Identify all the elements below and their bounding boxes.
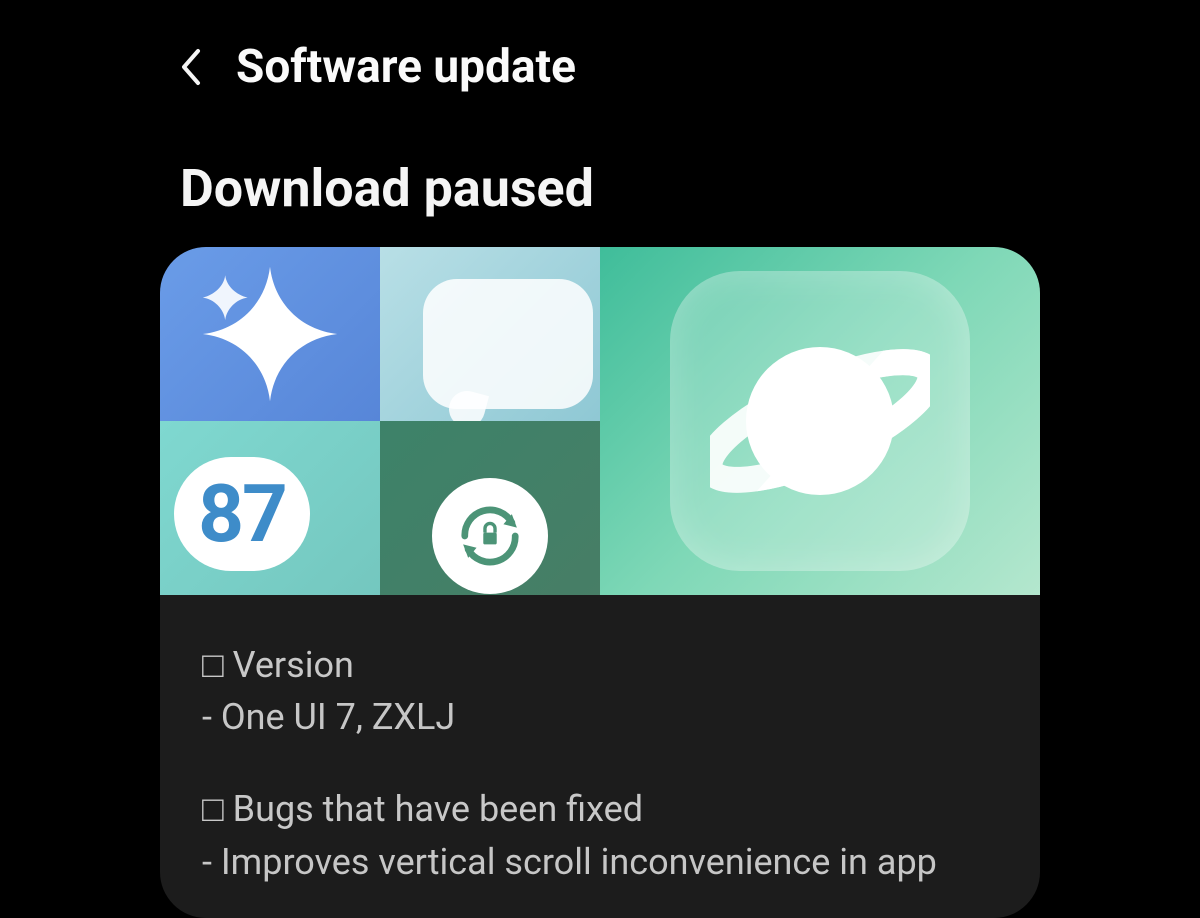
page-title: Software update [236, 40, 576, 94]
banner-tile-bubble [380, 247, 600, 421]
notes-section-version: □ Version - One UI 7, ZXLJ [202, 639, 998, 743]
back-button[interactable] [170, 47, 210, 87]
chevron-left-icon [178, 47, 202, 87]
chat-bubble-icon [423, 279, 593, 409]
update-banner: 87 [160, 247, 1040, 595]
update-card: 87 □ Version - One UI 7, ZX [160, 247, 1040, 918]
banner-tile-sync [380, 421, 600, 595]
banner-tile-number: 87 [160, 421, 380, 595]
section-header: □ Version [202, 639, 998, 691]
header-bar: Software update [140, 0, 1060, 114]
frosted-card [670, 271, 970, 571]
sync-lock-icon [432, 478, 548, 594]
sparkle-icon [200, 264, 340, 404]
release-notes[interactable]: □ Version - One UI 7, ZXLJ □ Bugs that h… [160, 595, 1040, 918]
software-update-screen: Software update Download paused [140, 0, 1060, 917]
notes-line: - One UI 7, ZXLJ [202, 691, 998, 743]
banner-tile-planet [600, 247, 1040, 595]
planet-icon [710, 311, 930, 531]
banner-tile-sparkle [160, 247, 380, 421]
number-pill: 87 [174, 457, 310, 571]
download-status: Download paused [140, 114, 1060, 247]
section-header: □ Bugs that have been fixed [202, 783, 998, 835]
notes-line: - Improves vertical scroll inconvenience… [202, 836, 998, 888]
notes-section-bugs: □ Bugs that have been fixed - Improves v… [202, 783, 998, 887]
